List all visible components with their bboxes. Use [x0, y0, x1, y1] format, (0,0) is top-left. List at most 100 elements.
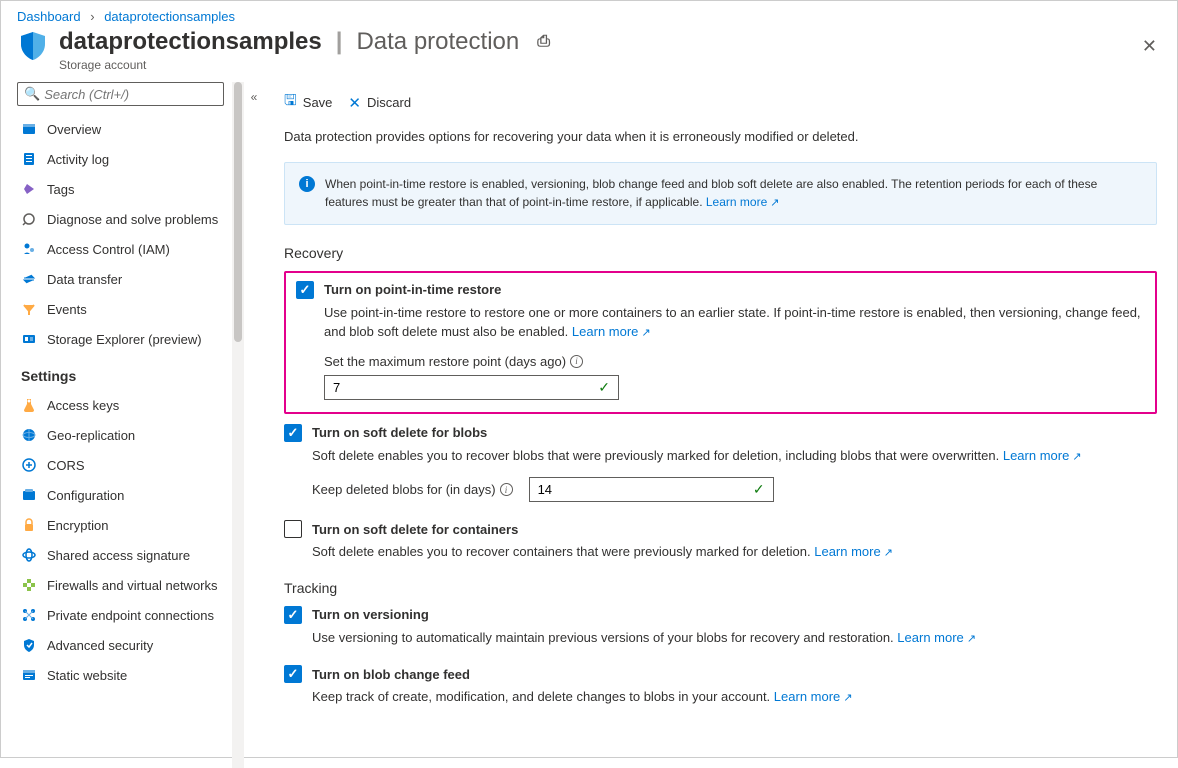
title-name: dataprotectionsamples — [59, 28, 322, 56]
versioning-label: Turn on versioning — [312, 607, 429, 622]
tracking-heading: Tracking — [284, 580, 1157, 596]
nav-label: CORS — [47, 458, 85, 473]
page-header: dataprotectionsamples | Data protection … — [1, 28, 1177, 82]
discard-button[interactable]: ✕ Discard — [348, 90, 411, 115]
sidebar-item[interactable]: Static website — [17, 660, 224, 690]
checkbox-versioning[interactable] — [284, 606, 302, 624]
nav-label: Events — [47, 302, 87, 317]
sidebar-search[interactable]: 🔍 — [17, 82, 224, 106]
nav-label: Tags — [47, 182, 74, 197]
soft-blob-learn-more[interactable]: Learn more — [1003, 448, 1082, 463]
checkbox-soft-blob[interactable] — [284, 424, 302, 442]
nav-icon — [21, 241, 37, 257]
breadcrumb-sep: › — [90, 9, 94, 24]
sidebar-item[interactable]: Activity log — [17, 144, 224, 174]
sidebar: 🔍 Overview Activity log Tags Diagnose and s… — [1, 82, 232, 768]
sidebar-item[interactable]: Events — [17, 294, 224, 324]
breadcrumb-current[interactable]: dataprotectionsamples — [104, 9, 235, 24]
nav-label: Access keys — [47, 398, 119, 413]
option-change-feed: Turn on blob change feed Keep track of c… — [284, 665, 1157, 707]
nav-icon — [21, 547, 37, 563]
checkbox-pit[interactable] — [296, 281, 314, 299]
change-feed-desc: Keep track of create, modification, and … — [312, 689, 770, 704]
pit-desc: Use point-in-time restore to restore one… — [324, 305, 1141, 340]
info-learn-more[interactable]: Learn more — [706, 195, 780, 209]
sidebar-item[interactable]: Data transfer — [17, 264, 224, 294]
nav-label: Encryption — [47, 518, 108, 533]
nav-label: Private endpoint connections — [47, 608, 214, 623]
sidebar-item[interactable]: Overview — [17, 114, 224, 144]
nav-icon — [21, 457, 37, 473]
nav-icon — [21, 181, 37, 197]
nav-label: Shared access signature — [47, 548, 190, 563]
nav-icon — [21, 487, 37, 503]
nav-icon — [21, 577, 37, 593]
sidebar-item[interactable]: Advanced security — [17, 630, 224, 660]
sidebar-item[interactable]: Firewalls and virtual networks — [17, 570, 224, 600]
soft-blob-label: Turn on soft delete for blobs — [312, 425, 487, 440]
sidebar-item[interactable]: Shared access signature — [17, 540, 224, 570]
sidebar-item[interactable]: Access Control (IAM) — [17, 234, 224, 264]
search-input[interactable] — [44, 87, 222, 102]
soft-container-learn-more[interactable]: Learn more — [814, 544, 893, 559]
print-icon[interactable]: ⎙ — [537, 33, 550, 51]
change-feed-learn-more[interactable]: Learn more — [774, 689, 853, 704]
nav-label: Configuration — [47, 488, 124, 503]
nav-label: Geo-replication — [47, 428, 135, 443]
save-button[interactable]: 🖫 Save — [284, 90, 332, 115]
pit-days-input-wrap[interactable]: ✓ — [324, 375, 619, 400]
search-icon: 🔍 — [24, 86, 40, 102]
option-versioning: Turn on versioning Use versioning to aut… — [284, 606, 1157, 648]
nav-label: Advanced security — [47, 638, 153, 653]
nav-icon — [21, 637, 37, 653]
nav-icon — [21, 121, 37, 137]
sidebar-item[interactable]: Private endpoint connections — [17, 600, 224, 630]
soft-blob-desc: Soft delete enables you to recover blobs… — [312, 448, 999, 463]
valid-check-icon: ✓ — [753, 481, 765, 498]
pit-field-label: Set the maximum restore point (days ago) — [324, 354, 566, 369]
pit-days-input[interactable] — [333, 380, 598, 395]
nav-label: Access Control (IAM) — [47, 242, 170, 257]
sidebar-item[interactable]: Tags — [17, 174, 224, 204]
recovery-heading: Recovery — [284, 245, 1157, 261]
versioning-desc: Use versioning to automatically maintain… — [312, 630, 894, 645]
sidebar-collapse-icon[interactable]: « — [244, 82, 264, 768]
main-panel: 🖫 Save ✕ Discard Data protection provide… — [264, 82, 1177, 768]
pit-learn-more[interactable]: Learn more — [572, 324, 651, 339]
sidebar-item[interactable]: Access keys — [17, 390, 224, 420]
sidebar-item[interactable]: Configuration — [17, 480, 224, 510]
breadcrumb: Dashboard › dataprotectionsamples — [1, 1, 1177, 28]
soft-container-label: Turn on soft delete for containers — [312, 522, 518, 537]
sidebar-item[interactable]: CORS — [17, 450, 224, 480]
nav-icon — [21, 271, 37, 287]
nav-icon — [21, 331, 37, 347]
nav-icon — [21, 517, 37, 533]
nav-label: Overview — [47, 122, 101, 137]
info-circle-icon[interactable]: i — [500, 483, 513, 496]
soft-blob-field-label: Keep deleted blobs for (in days) — [312, 482, 496, 497]
nav-label: Diagnose and solve problems — [47, 212, 218, 227]
resource-type: Storage account — [59, 58, 550, 72]
sidebar-item[interactable]: Encryption — [17, 510, 224, 540]
versioning-learn-more[interactable]: Learn more — [897, 630, 976, 645]
intro-text: Data protection provides options for rec… — [284, 129, 1157, 144]
sidebar-item[interactable]: Geo-replication — [17, 420, 224, 450]
pit-label: Turn on point-in-time restore — [324, 282, 501, 297]
scrollbar-thumb[interactable] — [234, 82, 242, 342]
soft-blob-days-input-wrap[interactable]: ✓ — [529, 477, 774, 502]
nav-icon — [21, 211, 37, 227]
breadcrumb-root[interactable]: Dashboard — [17, 9, 81, 24]
nav-icon — [21, 427, 37, 443]
soft-blob-days-input[interactable] — [538, 482, 753, 497]
sidebar-scrollbar[interactable] — [232, 82, 244, 768]
info-circle-icon[interactable]: i — [570, 355, 583, 368]
close-icon[interactable]: ✕ — [1142, 36, 1157, 57]
sidebar-item[interactable]: Diagnose and solve problems — [17, 204, 224, 234]
nav-label: Storage Explorer (preview) — [47, 332, 202, 347]
change-feed-label: Turn on blob change feed — [312, 667, 470, 682]
discard-icon: ✕ — [348, 94, 361, 112]
nav-icon — [21, 667, 37, 683]
checkbox-change-feed[interactable] — [284, 665, 302, 683]
sidebar-item[interactable]: Storage Explorer (preview) — [17, 324, 224, 354]
checkbox-soft-container[interactable] — [284, 520, 302, 538]
